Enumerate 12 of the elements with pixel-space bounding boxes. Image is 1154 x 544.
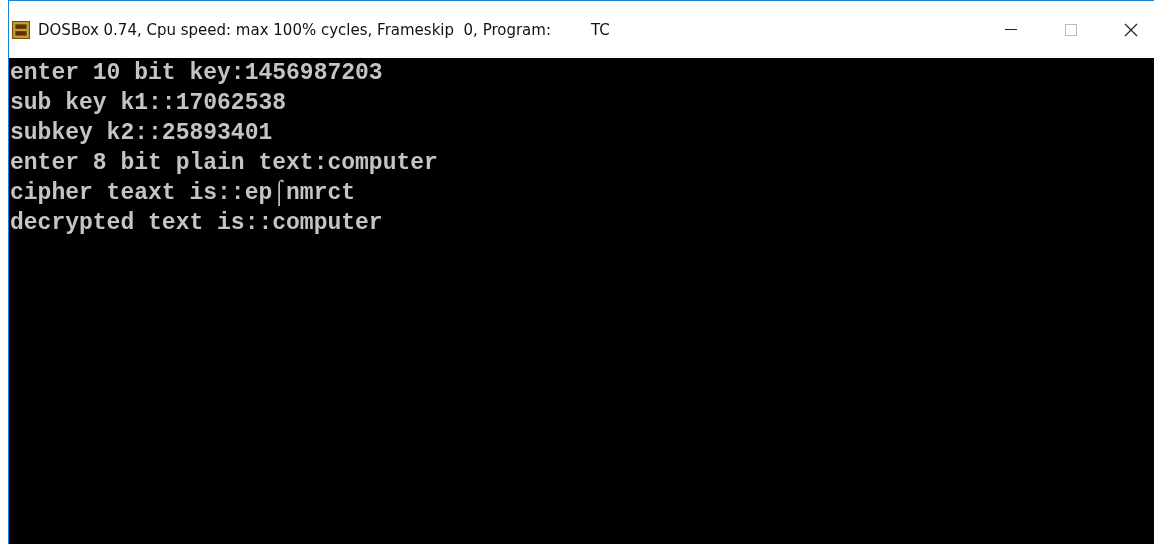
console-line: cipher teaxt is::ep⌠nmrct — [10, 178, 357, 208]
console-line: subkey k2::25893401 — [10, 119, 274, 148]
console-line: sub key k1::17062538 — [10, 89, 288, 118]
console-line: decrypted text is::computer — [10, 209, 384, 238]
console-line: enter 10 bit key:1456987203 — [10, 59, 384, 88]
app-icon — [12, 20, 30, 39]
program-name: TC — [591, 20, 610, 39]
window-title: DOSBox 0.74, Cpu speed: max 100% cycles, Frameskip 0, Program: — [38, 20, 551, 39]
close-icon — [1124, 22, 1138, 37]
console-line: enter 8 bit plain text:computer — [10, 149, 439, 178]
maximize-icon — [1065, 23, 1077, 36]
minimize-icon — [1005, 29, 1017, 30]
